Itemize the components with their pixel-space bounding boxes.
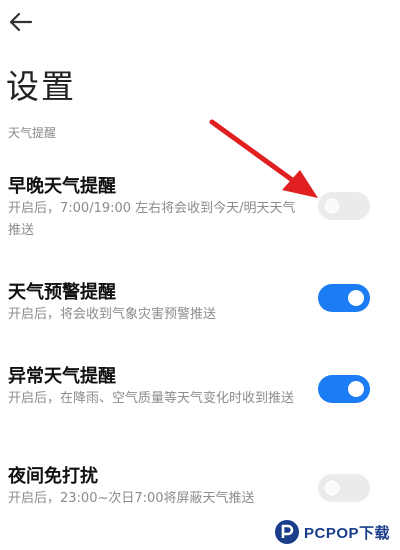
pcpop-watermark: PCPOP下载: [274, 514, 400, 550]
page-title: 设置: [6, 67, 76, 106]
setting-description: 开启后，在降雨、空气质量等天气变化时收到推送: [8, 391, 295, 406]
section-header-weather: 天气提醒: [8, 126, 57, 140]
toggle-knob: [348, 290, 364, 306]
back-button[interactable]: [6, 8, 36, 36]
watermark-text: PCPOP下载: [304, 524, 391, 542]
setting-title: 异常天气提醒: [8, 366, 116, 387]
toggle-knob: [324, 480, 340, 496]
setting-title: 天气预警提醒: [8, 282, 116, 303]
red-arrow-annotation-icon: [209, 119, 318, 198]
toggle-weather-warning[interactable]: [318, 284, 370, 312]
settings-screen: 设置 天气提醒 早晚天气提醒 开启后，7:00/19:00 左右将会收到今天/明…: [0, 0, 400, 550]
setting-description: 开启后，将会收到气象灾害预警推送: [8, 307, 217, 322]
toggle-night-do-not-disturb[interactable]: [318, 474, 370, 502]
arrow-left-icon: [9, 12, 33, 32]
setting-title: 夜间免打扰: [8, 466, 98, 487]
toggle-abnormal-weather[interactable]: [318, 375, 370, 403]
pcpop-logo-icon: [275, 520, 299, 544]
setting-title: 早晚天气提醒: [8, 176, 116, 197]
setting-description: 开启后，23:00~次日7:00将屏蔽天气推送: [8, 491, 255, 506]
toggle-knob: [348, 381, 364, 397]
